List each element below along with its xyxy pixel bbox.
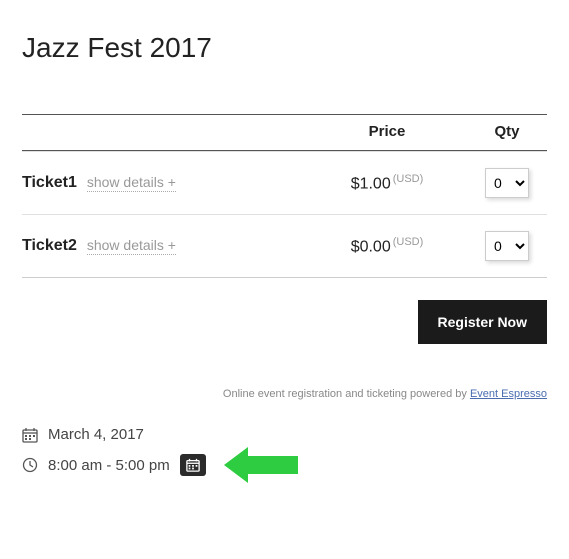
clock-icon	[22, 457, 38, 473]
price-currency: (USD)	[393, 173, 424, 185]
quantity-stepper[interactable]: 0	[485, 231, 529, 261]
table-row: Ticket1 show details + $1.00(USD) 0	[22, 151, 547, 214]
add-to-calendar-button[interactable]	[180, 454, 206, 476]
powered-by-link[interactable]: Event Espresso	[470, 388, 547, 400]
ticket-name: Ticket2	[22, 237, 77, 255]
show-details-link[interactable]: show details +	[87, 174, 176, 192]
quantity-stepper[interactable]: 0	[485, 168, 529, 198]
event-date: March 4, 2017	[48, 426, 144, 443]
powered-by: Online event registration and ticketing …	[22, 388, 547, 400]
calendar-icon	[22, 427, 38, 443]
table-row: Ticket2 show details + $0.00(USD) 0	[22, 214, 547, 277]
register-button[interactable]: Register Now	[418, 300, 547, 344]
price-currency: (USD)	[393, 236, 424, 248]
ticket-price: $0.00(USD)	[307, 236, 467, 256]
powered-by-text: Online event registration and ticketing …	[223, 388, 470, 400]
annotation-arrow-icon	[224, 447, 298, 483]
ticket-table: Price Qty Ticket1 show details + $1.00(U…	[22, 114, 547, 278]
qty-header: Qty	[467, 123, 547, 140]
event-time: 8:00 am - 5:00 pm	[48, 457, 170, 474]
price-value: $1.00	[351, 175, 391, 192]
price-header: Price	[307, 123, 467, 140]
show-details-link[interactable]: show details +	[87, 237, 176, 255]
ticket-name: Ticket1	[22, 174, 77, 192]
page-title: Jazz Fest 2017	[22, 32, 547, 64]
price-value: $0.00	[351, 238, 391, 255]
ticket-price: $1.00(USD)	[307, 173, 467, 193]
table-header: Price Qty	[22, 115, 547, 151]
